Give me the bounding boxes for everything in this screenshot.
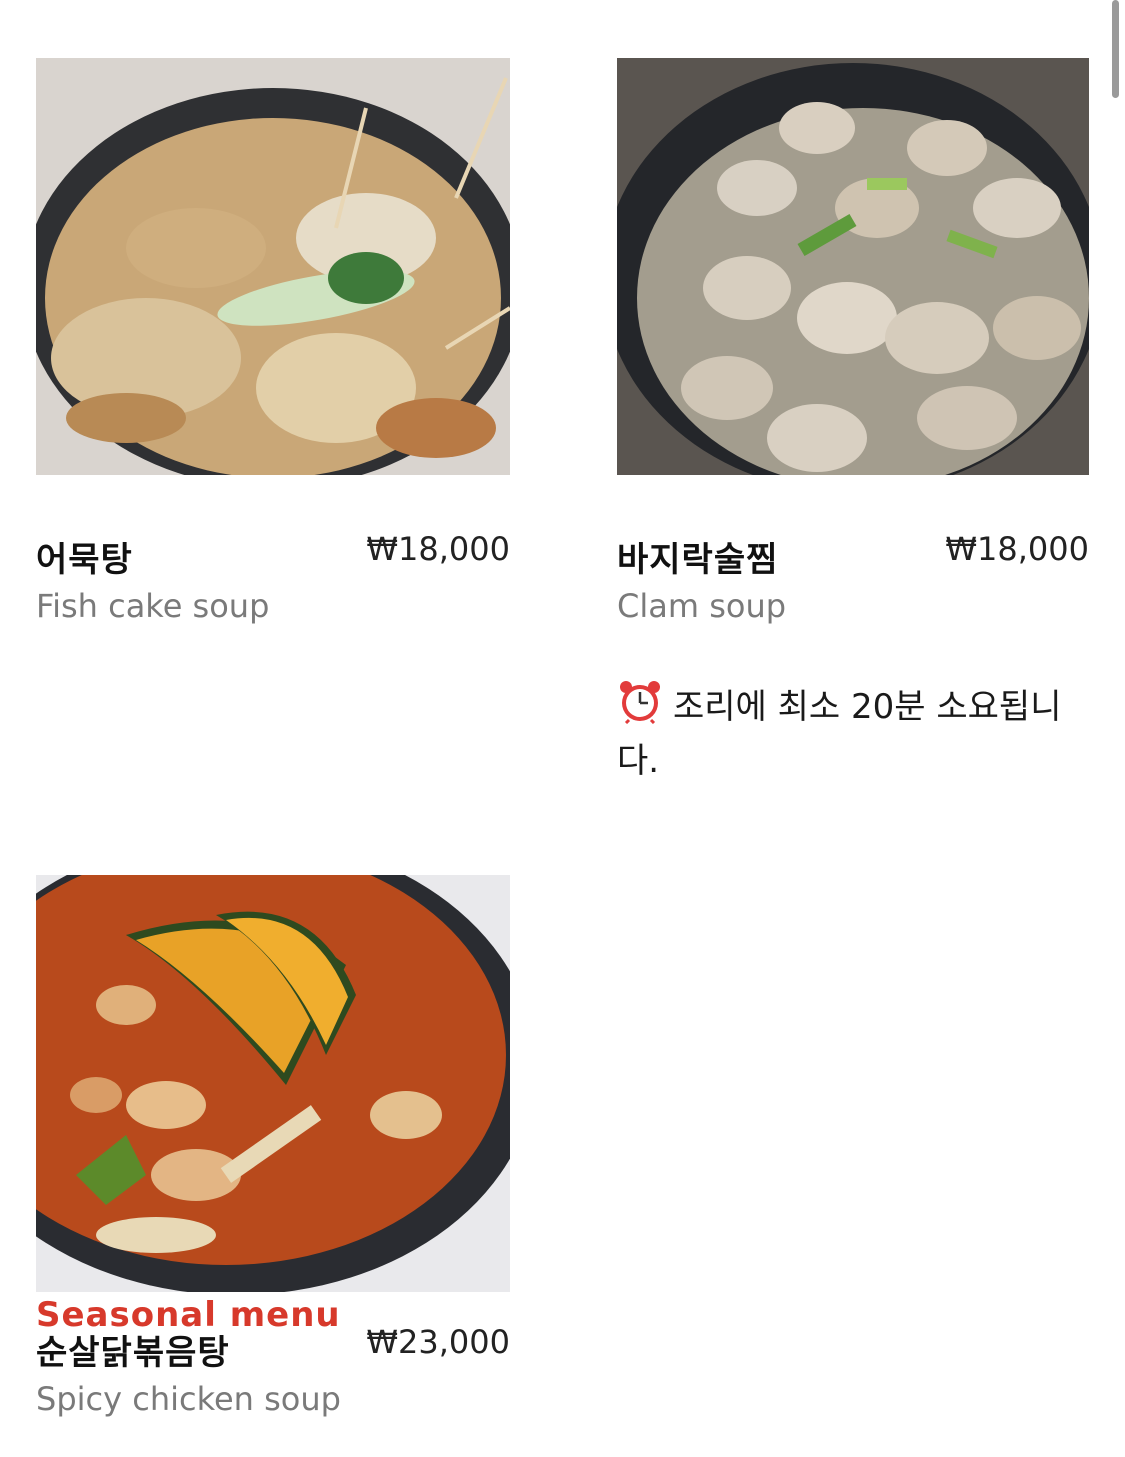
item-name: 어묵탕 bbox=[36, 540, 133, 580]
item-price: ₩18,000 bbox=[366, 530, 510, 568]
item-description: Fish cake soup bbox=[36, 587, 270, 625]
scrollbar-thumb[interactable] bbox=[1112, 0, 1119, 98]
menu-page: 어묵탕 ₩18,000 Fish cake soup 바지락술찜 ₩18,000… bbox=[0, 0, 1125, 1457]
cooking-time-text: 조리에 최소 20분 소요됩니다. bbox=[617, 687, 1062, 781]
clam-soup-photo[interactable] bbox=[617, 58, 1089, 475]
item-price: ₩18,000 bbox=[945, 530, 1089, 568]
cooking-time-note: 조리에 최소 20분 소요됩니다. bbox=[617, 678, 1087, 788]
item-name: 순살닭볶음탕 bbox=[36, 1333, 230, 1373]
item-name: 바지락술찜 bbox=[617, 540, 779, 580]
item-description: Spicy chicken soup bbox=[36, 1380, 341, 1418]
menu-item-clam-soup[interactable]: 바지락술찜 ₩18,000 Clam soup 조리에 최소 20분 소요됩니다… bbox=[617, 58, 1089, 798]
spicy-chicken-soup-photo[interactable] bbox=[36, 875, 510, 1292]
item-description: Clam soup bbox=[617, 587, 787, 625]
menu-item-spicy-chicken-soup[interactable]: Seasonal menu 순살닭볶음탕 ₩23,000 Spicy chick… bbox=[36, 875, 510, 1435]
fish-cake-soup-photo[interactable] bbox=[36, 58, 510, 475]
item-price: ₩23,000 bbox=[366, 1323, 510, 1361]
alarm-clock-icon bbox=[620, 681, 660, 724]
menu-item-fish-cake-soup[interactable]: 어묵탕 ₩18,000 Fish cake soup bbox=[36, 58, 510, 638]
